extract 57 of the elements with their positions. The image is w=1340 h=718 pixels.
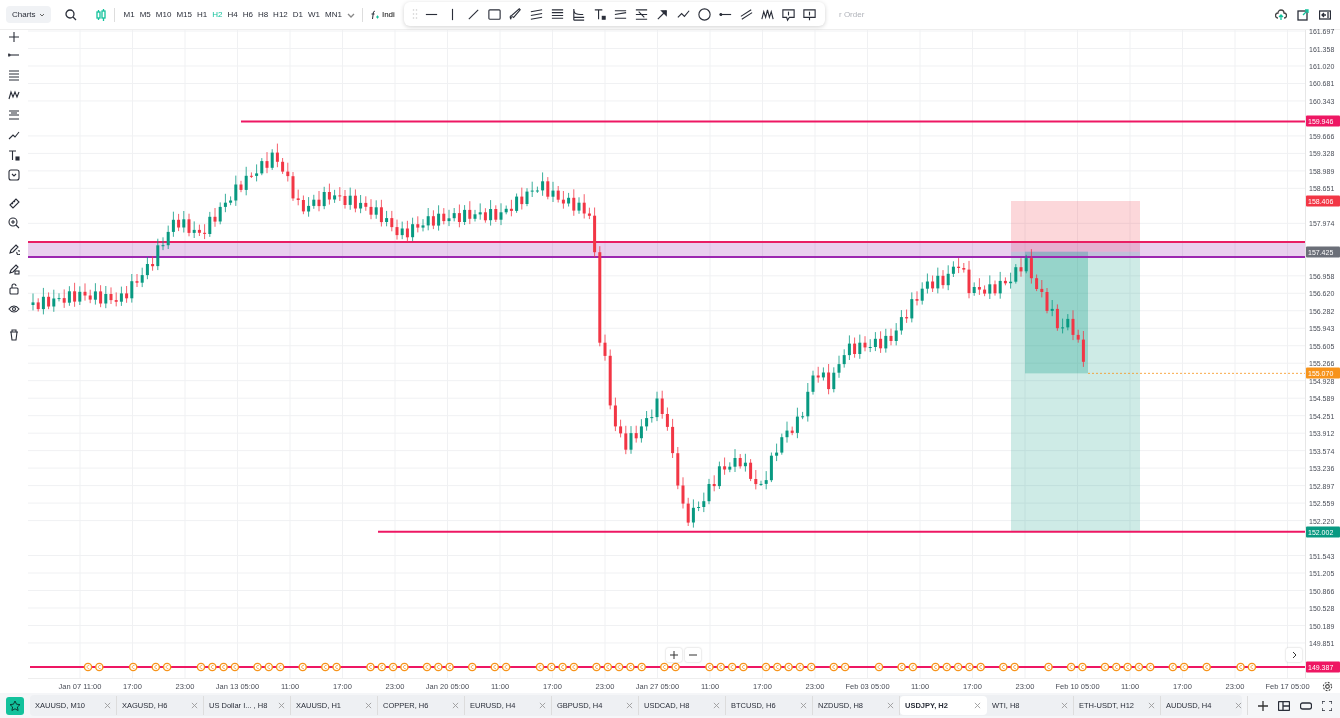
magnet-pen-icon[interactable] (8, 243, 20, 255)
gann-box-icon[interactable] (634, 6, 649, 22)
cloud-upload-icon[interactable] (1275, 8, 1287, 21)
chevron-down-icon (38, 11, 45, 18)
minus-icon (689, 651, 697, 659)
timeframe-button[interactable]: H4 (225, 8, 240, 21)
timeframe-button[interactable]: W1 (306, 8, 323, 21)
star-icon (9, 699, 21, 712)
eye-icon[interactable] (8, 303, 20, 315)
chart-menu-button[interactable]: Charts (6, 6, 51, 23)
note-icon[interactable] (802, 6, 817, 22)
fullscreen-icon[interactable] (1322, 700, 1332, 711)
crosshair-icon[interactable] (8, 31, 20, 43)
ruler-icon[interactable] (8, 197, 20, 209)
trash-icon[interactable] (8, 329, 20, 341)
timeframe-button[interactable]: H6 (240, 8, 255, 21)
brush-icon[interactable] (508, 6, 523, 22)
timeframe-button[interactable]: H8 (255, 8, 271, 21)
scroll-right-button[interactable] (1286, 648, 1302, 662)
dropdown-box-icon[interactable] (8, 169, 20, 181)
timeframe-button[interactable]: M5 (137, 8, 153, 21)
favorites-button[interactable] (6, 696, 24, 715)
external-link-icon[interactable] (1297, 8, 1309, 21)
text-tool-icon[interactable] (592, 6, 607, 22)
lock-open-icon[interactable] (8, 283, 20, 295)
add-icon[interactable] (1258, 700, 1268, 711)
text-tool-icon[interactable] (8, 149, 20, 161)
panel-collapse-icon[interactable] (1319, 8, 1331, 21)
callout-icon[interactable] (781, 6, 796, 22)
layout-icon[interactable] (1278, 700, 1290, 711)
fib-retracement-icon[interactable] (550, 6, 565, 22)
timeframe-button[interactable]: M1 (121, 8, 137, 21)
indicators-button[interactable]: Indi (369, 9, 395, 20)
elliott-wave-icon[interactable] (8, 89, 20, 101)
fib-fan-icon[interactable] (571, 6, 586, 22)
chevron-right-icon (1290, 651, 1298, 659)
search-icon[interactable] (64, 8, 77, 21)
timeframe-button[interactable]: H12 (271, 8, 290, 21)
trend-line-icon[interactable] (8, 129, 20, 141)
timeframe-button[interactable]: M15 (174, 8, 194, 21)
zoom-in-icon[interactable] (8, 217, 20, 229)
circle-icon[interactable] (697, 6, 712, 22)
settings-icon[interactable] (1322, 681, 1333, 692)
parallel-lines-icon[interactable] (739, 6, 754, 22)
zoom-out-button[interactable] (685, 648, 701, 662)
parallel-channel-icon[interactable] (529, 6, 544, 22)
pen-lock-icon[interactable] (8, 263, 20, 275)
drag-handle-icon[interactable] (412, 8, 418, 20)
timeframe-button[interactable]: MN1 (323, 8, 344, 21)
window-icon[interactable] (1300, 700, 1312, 711)
zoom-in-button[interactable] (666, 648, 682, 662)
rectangle-icon[interactable] (487, 6, 502, 22)
timeframe-button[interactable]: D1 (290, 8, 306, 21)
timeframe-button[interactable]: M10 (153, 8, 174, 21)
function-icon (369, 9, 380, 20)
timeframe-button[interactable]: H1 (194, 8, 210, 21)
plus-icon (670, 651, 678, 659)
